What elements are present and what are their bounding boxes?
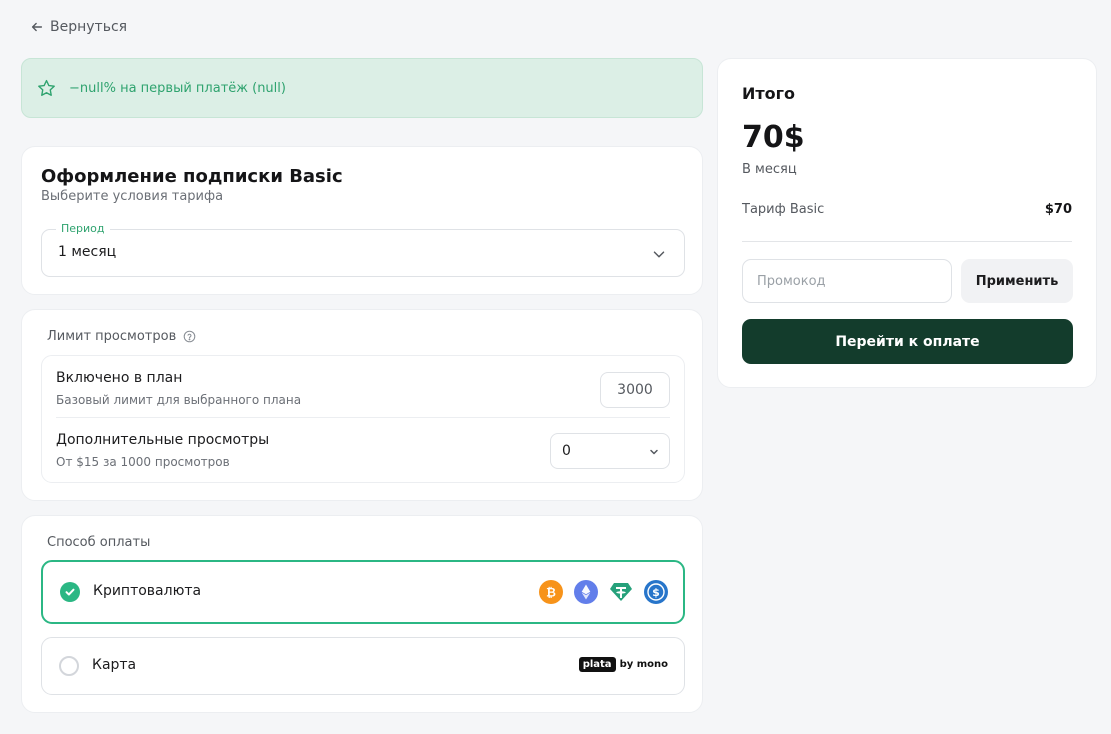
star-icon xyxy=(38,79,55,96)
summary-period: В месяц xyxy=(742,162,797,177)
extra-desc: От $15 за 1000 просмотров xyxy=(56,455,230,469)
chevron-down-icon xyxy=(650,449,658,455)
plata-by-mono-logo: plata by mono xyxy=(578,657,668,672)
period-value: 1 месяц xyxy=(58,244,117,260)
limit-box: Включено в план Базовый лимит для выбран… xyxy=(41,355,685,483)
help-icon[interactable] xyxy=(183,330,196,343)
svg-text:₿: ₿ xyxy=(546,586,556,600)
back-label: Вернуться xyxy=(50,19,128,35)
period-select[interactable]: Период 1 месяц xyxy=(41,222,685,277)
payment-option-label: Криптовалюта xyxy=(93,583,202,599)
summary-card: Итого 70$ В месяц Тариф Basic $70 Промок… xyxy=(717,58,1097,388)
summary-price: 70$ xyxy=(742,120,805,155)
tether-icon xyxy=(609,580,633,604)
payment-option-card[interactable]: Карта plata by mono xyxy=(41,637,685,695)
included-row: Включено в план Базовый лимит для выбран… xyxy=(56,368,670,418)
back-link[interactable]: Вернуться xyxy=(30,19,127,35)
included-views-field[interactable]: 3000 xyxy=(600,372,670,408)
chevron-down-icon xyxy=(653,251,665,258)
plata-logo-box: plata xyxy=(578,657,616,672)
bitcoin-icon: ₿ xyxy=(539,580,563,604)
usdc-icon: $ xyxy=(644,580,668,604)
promo-text: −null% на первый платёж (null) xyxy=(69,80,286,96)
period-label: Период xyxy=(56,222,110,235)
promo-code-input[interactable]: Промокод xyxy=(742,259,952,303)
limit-header: Лимит просмотров xyxy=(47,329,196,344)
subscription-card: Оформление подписки Basic Выберите услов… xyxy=(21,146,703,295)
payment-option-label: Карта xyxy=(92,657,137,673)
included-desc: Базовый лимит для выбранного плана xyxy=(56,393,302,407)
svg-text:$: $ xyxy=(652,586,660,599)
page-subtitle: Выберите условия тарифа xyxy=(41,189,224,204)
page-title: Оформление подписки Basic xyxy=(41,166,343,187)
plan-line-label: Тариф Basic xyxy=(742,202,825,217)
radio-unchecked[interactable] xyxy=(59,656,79,676)
radio-checked[interactable] xyxy=(60,582,80,602)
apply-promo-button[interactable]: Применить xyxy=(961,259,1073,303)
summary-title: Итого xyxy=(742,84,796,103)
proceed-to-payment-button[interactable]: Перейти к оплате xyxy=(742,319,1073,364)
divider xyxy=(742,241,1072,242)
payment-title: Способ оплаты xyxy=(47,535,151,550)
extra-label: Дополнительные просмотры xyxy=(56,432,270,448)
ethereum-icon xyxy=(574,580,598,604)
plata-logo-suffix: by mono xyxy=(619,659,668,670)
promo-banner: −null% на первый платёж (null) xyxy=(21,58,703,118)
payment-option-crypto[interactable]: Криптовалюта ₿ $ xyxy=(41,560,685,624)
crypto-icons: ₿ $ xyxy=(539,580,668,604)
included-label: Включено в план xyxy=(56,370,183,386)
check-icon xyxy=(65,588,75,596)
extra-views-select[interactable]: 0 xyxy=(550,433,670,469)
extra-row: Дополнительные просмотры От $15 за 1000 … xyxy=(56,430,670,480)
views-limit-card: Лимит просмотров Включено в план Базовый… xyxy=(21,309,703,501)
plan-line-value: $70 xyxy=(1044,202,1072,217)
arrow-left-icon xyxy=(31,22,43,32)
extra-views-value: 0 xyxy=(562,443,571,459)
payment-card: Способ оплаты Криптовалюта ₿ $ Карта pla… xyxy=(21,515,703,713)
limit-title: Лимит просмотров xyxy=(47,329,177,344)
